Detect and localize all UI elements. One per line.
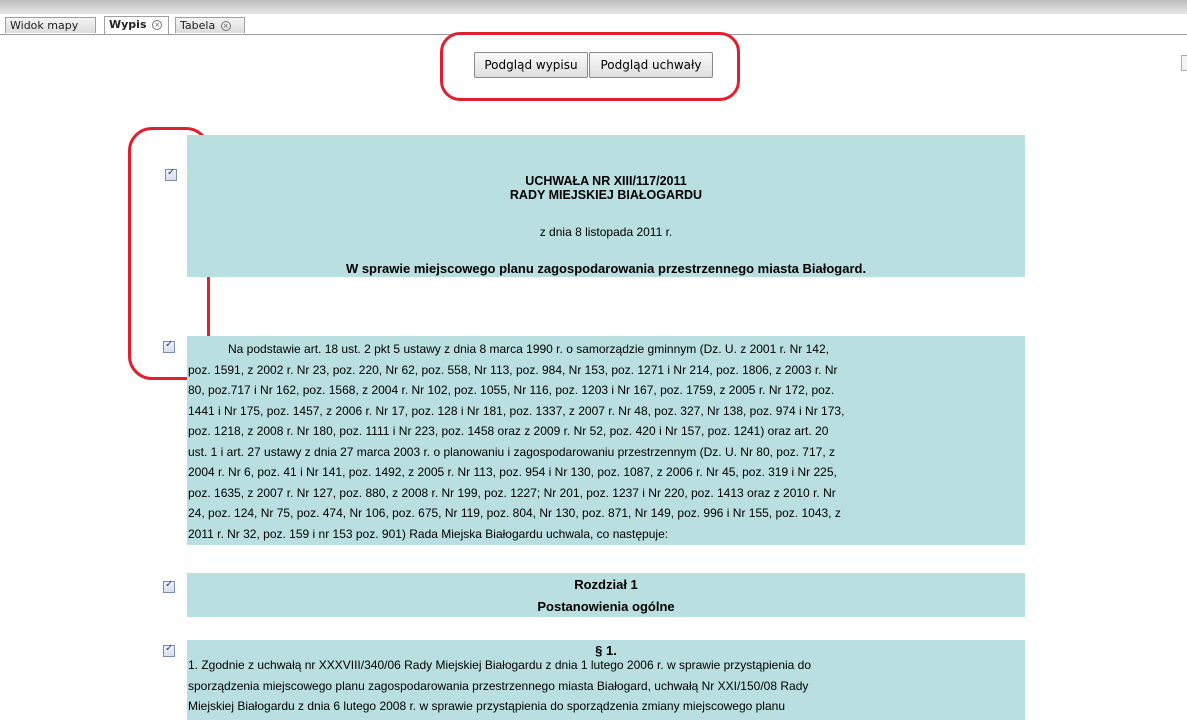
preamble-line: poz. 1591, z 2002 r. Nr 23, poz. 220, Nr… bbox=[188, 362, 838, 377]
preamble-line: 80, poz.717 i Nr 162, poz. 1568, z 2004 … bbox=[188, 383, 835, 397]
preamble-line: 24, poz. 124, Nr 75, poz. 474, Nr 106, p… bbox=[188, 506, 841, 520]
preamble-line: 2004 r. Nr 6, poz. 41 i Nr 141, poz. 149… bbox=[188, 465, 837, 479]
preamble-line: poz. 1218, z 2008 r. Nr 180, poz. 1111 i… bbox=[188, 424, 829, 438]
section-line: Miejskiej Białogardu z dnia 6 lutego 200… bbox=[188, 699, 785, 713]
window-top-frame bbox=[0, 0, 1187, 14]
section-line: 1. Zgodnie z uchwałą nr XXXVIII/340/06 R… bbox=[188, 658, 812, 672]
preamble-include-checkbox[interactable] bbox=[163, 339, 175, 353]
section-include-checkbox[interactable] bbox=[163, 643, 175, 657]
preamble-line: 2011 r. Nr 32, poz. 159 i nr 153 poz. 90… bbox=[188, 526, 669, 541]
tab-label: Wypis bbox=[109, 18, 147, 31]
section-1-block: § 1. 1. Zgodnie z uchwałą nr XXXVIII/340… bbox=[187, 640, 1025, 720]
chapter-include-checkbox[interactable] bbox=[163, 579, 175, 593]
chapter-number: Rozdział 1 bbox=[574, 577, 638, 592]
tab-bar: Widok mapy Wypis × Tabela × bbox=[0, 14, 1187, 35]
close-icon[interactable]: × bbox=[152, 20, 163, 30]
preamble-block: Na podstawie art. 18 ust. 2 pkt 5 ustawy… bbox=[187, 336, 1025, 545]
panel-edge-handle[interactable] bbox=[1181, 55, 1187, 71]
resolution-number: UCHWAŁA NR XIII/117/2011 bbox=[525, 174, 687, 188]
resolution-council: RADY MIEJSKIEJ BIAŁOGARDU bbox=[509, 188, 703, 202]
tab-extract[interactable]: Wypis × bbox=[104, 16, 169, 34]
tab-table[interactable]: Tabela × bbox=[175, 17, 245, 33]
section-line: sporządzenia miejscowego planu zagospoda… bbox=[188, 678, 809, 693]
preview-extract-button[interactable]: Podgląd wypisu bbox=[474, 52, 588, 78]
close-icon[interactable]: × bbox=[220, 21, 231, 31]
preamble-line: ust. 1 i art. 27 ustawy z dnia 27 marca … bbox=[188, 444, 835, 459]
header-include-checkbox[interactable] bbox=[165, 167, 177, 181]
section-body: 1. Zgodnie z uchwałą nr XXXVIII/340/06 R… bbox=[187, 655, 1025, 717]
chapter-title: Postanowienia ogólne bbox=[537, 599, 675, 614]
tab-label: Widok mapy bbox=[10, 19, 79, 32]
chapter-block: Rozdział 1 Postanowienia ogólne bbox=[187, 573, 1025, 617]
resolution-subject: W sprawie miejscowego planu zagospodarow… bbox=[345, 261, 867, 276]
resolution-header-block: UCHWAŁA NR XIII/117/2011 RADY MIEJSKIEJ … bbox=[187, 135, 1025, 277]
tab-map-view[interactable]: Widok mapy bbox=[5, 17, 96, 33]
preview-resolution-button[interactable]: Podgląd uchwały bbox=[589, 52, 713, 78]
tab-label: Tabela bbox=[180, 19, 216, 32]
resolution-date: z dnia 8 listopada 2011 r. bbox=[539, 225, 673, 239]
resolution-title: UCHWAŁA NR XIII/117/2011 RADY MIEJSKIEJ … bbox=[187, 174, 1025, 202]
preamble-line: Na podstawie art. 18 ust. 2 pkt 5 ustawy… bbox=[188, 342, 829, 356]
preamble-line: 1441 i Nr 175, poz. 1457, z 2006 r. Nr 1… bbox=[188, 403, 845, 418]
preamble-line: poz. 1635, z 2007 r. Nr 127, poz. 880, z… bbox=[188, 485, 836, 500]
